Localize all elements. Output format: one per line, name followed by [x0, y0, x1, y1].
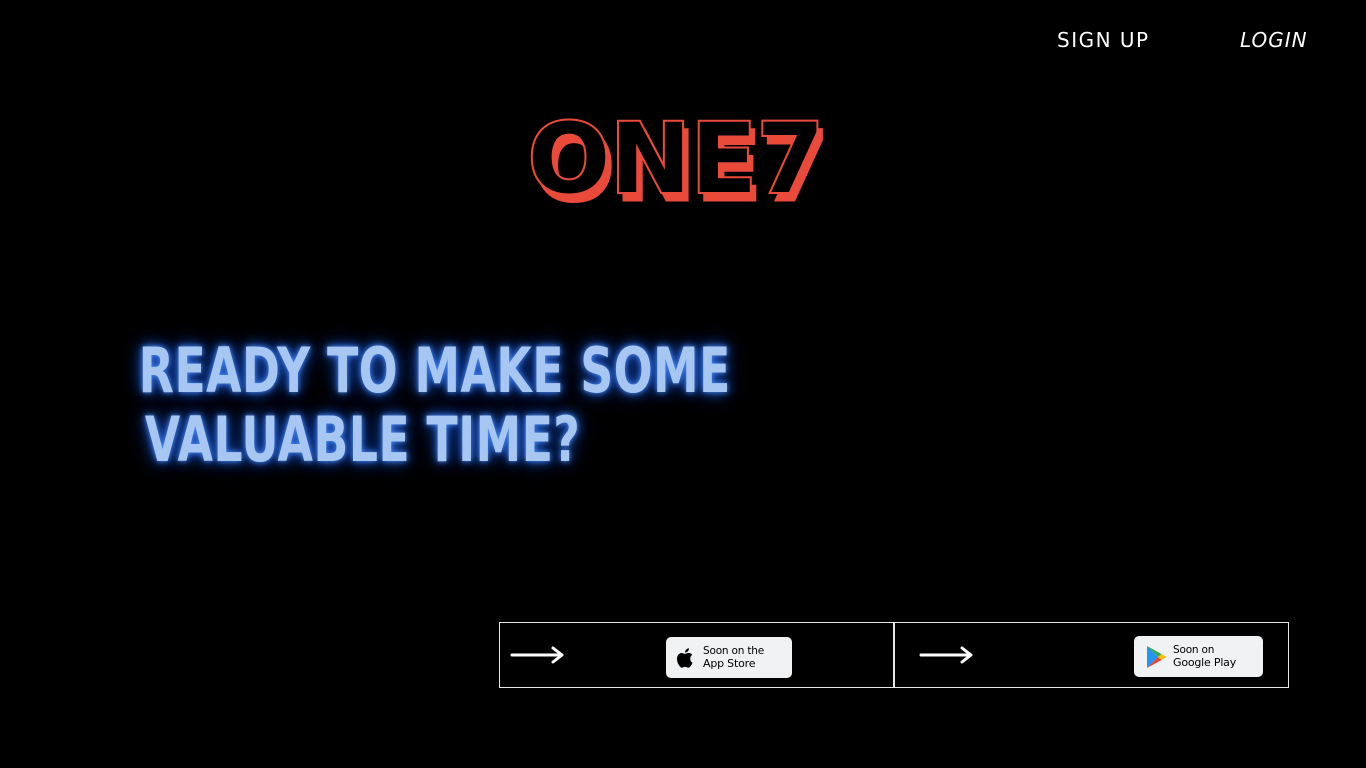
hero-line-1: READY TO MAKE SOME: [138, 334, 731, 407]
google-play-line-1: Soon on: [1173, 644, 1215, 656]
one7-logo: ONE7 ONE7: [520, 101, 840, 225]
google-play-icon: [1147, 645, 1167, 668]
arrow-right-icon: [919, 646, 973, 664]
hero-headline: READY TO MAKE SOME VALUABLE TIME?: [138, 334, 731, 476]
app-store-line-1: Soon on the: [703, 645, 764, 657]
app-store-line-2: App Store: [703, 656, 756, 670]
logo-text: ONE7: [528, 104, 824, 214]
google-play-box[interactable]: Soon on Google Play: [894, 622, 1289, 688]
app-store-badge[interactable]: Soon on the App Store: [666, 637, 792, 678]
one7-logo-image: ONE7 ONE7: [526, 101, 831, 225]
login-link[interactable]: LOGIN: [1240, 26, 1308, 54]
apple-icon: [677, 647, 693, 668]
google-play-line-2: Google Play: [1173, 655, 1237, 669]
landing-page: SIGN UP LOGIN ONE7 ONE7 READY TO MAKE SO…: [0, 0, 1366, 768]
hero-line-2: VALUABLE TIME?: [144, 403, 581, 476]
arrow-right-icon: [510, 646, 564, 664]
google-play-badge[interactable]: Soon on Google Play: [1134, 636, 1263, 677]
app-store-box[interactable]: Soon on the App Store: [499, 622, 894, 688]
sign-up-link[interactable]: SIGN UP: [1057, 26, 1150, 54]
